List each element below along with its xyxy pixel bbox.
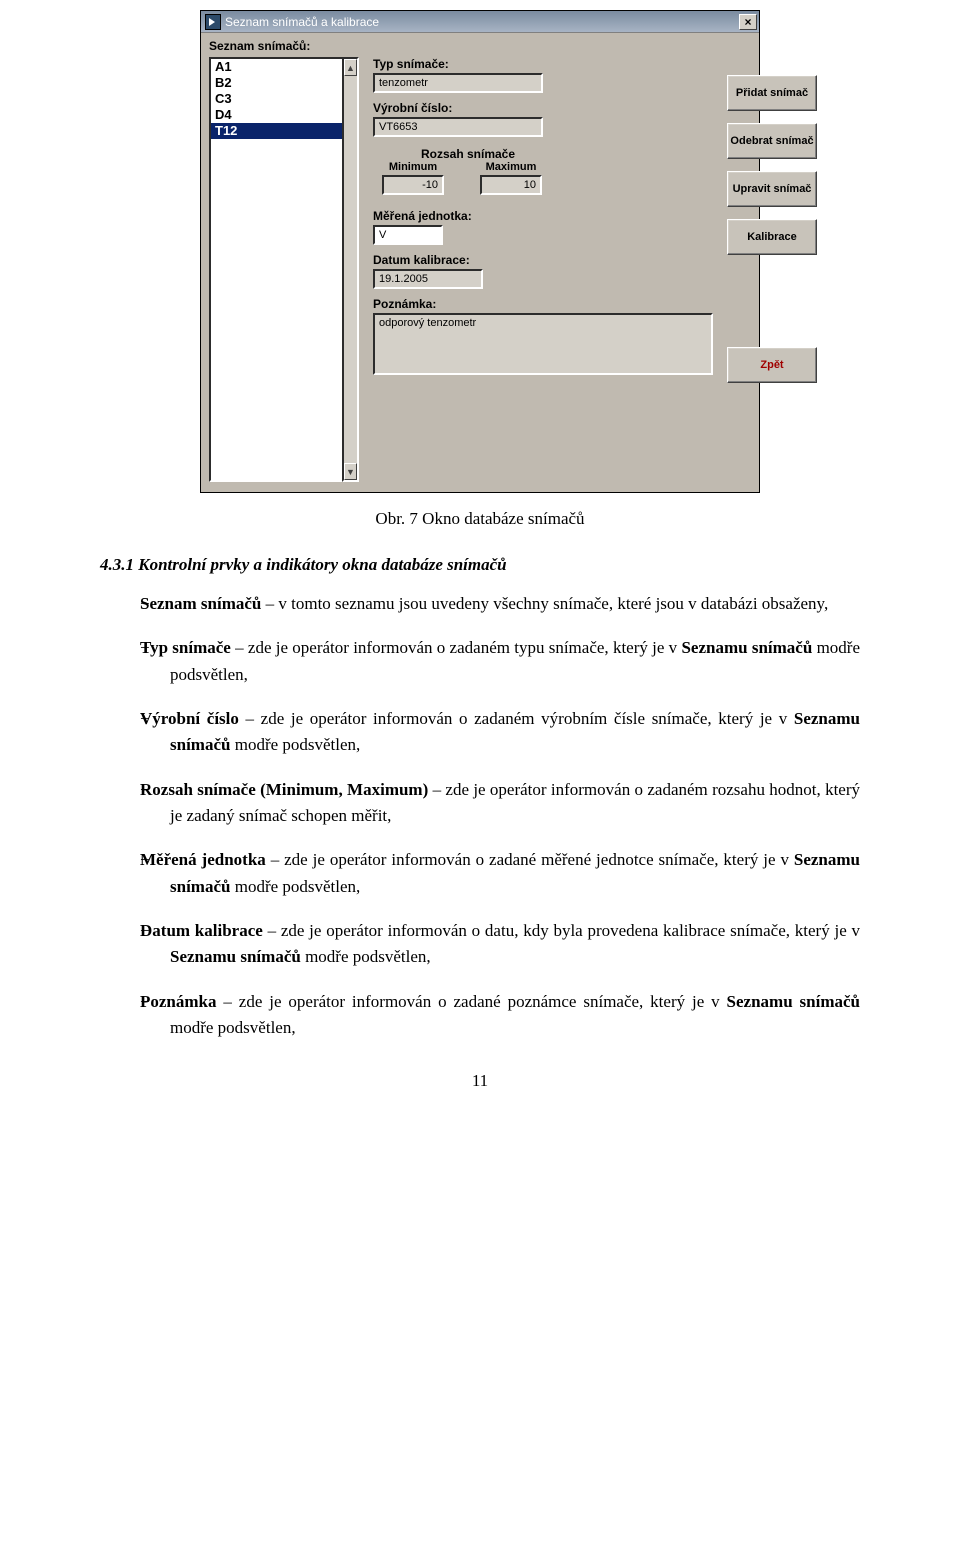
app-icon (205, 14, 221, 30)
list-label: Seznam snímačů: (209, 39, 751, 53)
odebrat-button[interactable]: Odebrat snímač (727, 123, 817, 159)
bullet-item: Datum kalibrace – zde je operátor inform… (140, 918, 860, 971)
typ-label: Typ snímače: (373, 57, 713, 71)
bullet-item: Rozsah snímače (Minimum, Maximum) – zde … (140, 777, 860, 830)
jednotka-label: Měřená jednotka: (373, 209, 713, 223)
rozsah-label: Rozsah snímače (373, 147, 563, 161)
titlebar: Seznam snímačů a kalibrace × (201, 11, 759, 33)
scroll-up-icon[interactable]: ▲ (344, 59, 357, 76)
figure-caption: Obr. 7 Okno databáze snímačů (100, 509, 860, 529)
sensor-listbox[interactable]: A1B2C3D4T12 (209, 57, 359, 482)
page-number: 11 (100, 1071, 860, 1091)
upravit-button[interactable]: Upravit snímač (727, 171, 817, 207)
list-item[interactable]: C3 (211, 91, 357, 107)
scroll-down-icon[interactable]: ▼ (344, 463, 357, 480)
dialog-window: Seznam snímačů a kalibrace × Seznam sním… (200, 10, 760, 493)
kalibrace-button[interactable]: Kalibrace (727, 219, 817, 255)
list-item[interactable]: B2 (211, 75, 357, 91)
list-item[interactable]: T12 (211, 123, 357, 139)
section-heading: 4.3.1 Kontrolní prvky a indikátory okna … (100, 555, 860, 575)
zpet-button[interactable]: Zpět (727, 347, 817, 383)
max-label: Maximum (471, 161, 551, 173)
jednotka-input[interactable] (373, 225, 443, 245)
listbox-scrollbar[interactable]: ▲ ▼ (342, 57, 359, 482)
vyrobni-label: Výrobní číslo: (373, 101, 713, 115)
min-input[interactable] (382, 175, 444, 195)
poznamka-input[interactable] (373, 313, 713, 375)
bullet-item: Výrobní číslo – zde je operátor informov… (140, 706, 860, 759)
window-title: Seznam snímačů a kalibrace (225, 15, 739, 29)
bullet-item: Seznam snímačů – v tomto seznamu jsou uv… (140, 591, 860, 617)
bullet-item: Poznámka – zde je operátor informován o … (140, 989, 860, 1042)
pridat-button[interactable]: Přidat snímač (727, 75, 817, 111)
bullet-item: Měřená jednotka – zde je operátor inform… (140, 847, 860, 900)
list-item[interactable]: D4 (211, 107, 357, 123)
typ-input[interactable] (373, 73, 543, 93)
list-item[interactable]: A1 (211, 59, 357, 75)
datum-label: Datum kalibrace: (373, 253, 713, 267)
poznamka-label: Poznámka: (373, 297, 713, 311)
figure-window: Seznam snímačů a kalibrace × Seznam sním… (100, 10, 860, 493)
max-input[interactable] (480, 175, 542, 195)
bullet-list: Seznam snímačů – v tomto seznamu jsou uv… (100, 591, 860, 1041)
min-label: Minimum (373, 161, 453, 173)
datum-input[interactable] (373, 269, 483, 289)
close-button[interactable]: × (739, 14, 757, 30)
vyrobni-input[interactable] (373, 117, 543, 137)
bullet-item: Typ snímače – zde je operátor informován… (140, 635, 860, 688)
